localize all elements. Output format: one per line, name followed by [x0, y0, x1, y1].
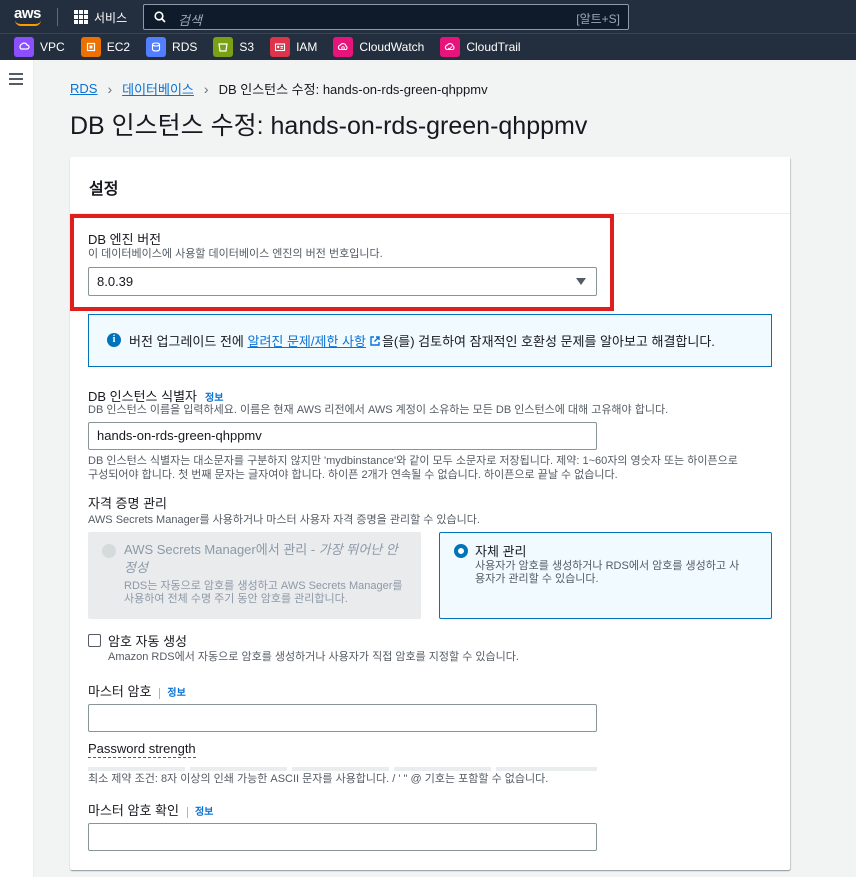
identifier-constraint-line1: DB 인스턴스 식별자는 대소문자를 구분하지 않지만 'mydbinstanc…: [88, 455, 738, 467]
secrets-manager-desc-line1: RDS는 자동으로 암호를 생성하고 AWS Secrets Manager를: [124, 580, 403, 592]
external-link-icon: [370, 336, 380, 346]
password-strength-segment: [292, 767, 389, 771]
engine-version-description: 이 데이터베이스에 사용할 데이터베이스 엔진의 버전 번호입니다.: [88, 248, 383, 260]
master-password-label-row: 마스터 암호 정보: [88, 681, 186, 700]
identifier-description: DB 인스턴스 이름을 입력하세요. 이름은 현재 AWS 리전에서 AWS 계…: [88, 404, 669, 416]
ec2-icon: [80, 37, 101, 57]
identifier-info-link[interactable]: 정보: [205, 393, 223, 404]
master-password-info-link[interactable]: 정보: [159, 688, 186, 699]
secrets-manager-title: AWS Secrets Manager에서 관리 - 가장 뛰어난 안 정성: [124, 541, 398, 577]
cloudtrail-icon: [440, 37, 461, 57]
password-strength-segment: [190, 767, 287, 771]
chevron-right-icon: ›: [203, 80, 209, 97]
alert-suffix: 을(를) 검토하여 잠재적인 호환성 문제를 알아보고 해결합니다.: [381, 334, 715, 349]
secrets-manager-option: AWS Secrets Manager에서 관리 - 가장 뛰어난 안 정성 R…: [88, 532, 421, 619]
favorites-bar: VPC EC2 RDS S3 IAM CloudWatch CloudTrail: [0, 33, 856, 60]
identifier-label: DB 인스턴스 식별자: [88, 389, 198, 404]
self-managed-radio[interactable]: [454, 544, 468, 558]
auto-generate-password-label: 암호 자동 생성: [108, 634, 187, 649]
hamburger-menu-icon[interactable]: [9, 73, 23, 85]
breadcrumb-current: DB 인스턴스 수정: hands-on-rds-green-qhppmv: [218, 82, 488, 97]
rds-icon: [146, 37, 167, 57]
favorite-label: EC2: [106, 40, 131, 54]
favorite-label: RDS: [172, 40, 198, 54]
identifier-input[interactable]: hands-on-rds-green-qhppmv: [88, 422, 597, 450]
panel-header: 설정: [70, 157, 790, 214]
side-navigation-rail: [0, 60, 34, 877]
panel-title: 설정: [89, 181, 119, 198]
favorite-s3[interactable]: S3: [213, 37, 254, 57]
self-managed-desc-line2: 용자가 관리할 수 있습니다.: [475, 573, 599, 585]
engine-version-label: DB 엔진 버전: [88, 232, 162, 247]
vpc-icon: [14, 37, 34, 57]
self-managed-title: 자체 관리: [475, 544, 527, 559]
master-password-input[interactable]: [88, 704, 597, 732]
password-strength-segment: [394, 767, 491, 771]
info-alert: i 버전 업그레이드 전에 알려진 문제/제한 사항 을(를) 검토하여 잠재적인…: [88, 314, 772, 367]
confirm-password-info-link[interactable]: 정보: [186, 807, 214, 818]
page-title: DB 인스턴스 수정: hands-on-rds-green-qhppmv: [70, 112, 588, 140]
favorite-label: S3: [239, 40, 255, 54]
aws-logo[interactable]: aws: [12, 4, 46, 28]
favorite-label: CloudTrail: [466, 40, 521, 54]
favorite-label: IAM: [296, 40, 318, 54]
services-label: 서비스: [94, 10, 128, 25]
auto-generate-password-checkbox[interactable]: [88, 634, 101, 647]
favorite-ec2[interactable]: EC2: [80, 37, 131, 57]
credentials-description: AWS Secrets Manager를 사용하거나 마스터 사용자 자격 증명…: [88, 514, 480, 526]
secrets-manager-title-text: AWS Secrets Manager에서 관리 -: [124, 542, 319, 557]
favorite-cloudtrail[interactable]: CloudTrail: [440, 37, 521, 57]
auto-generate-password-description: Amazon RDS에서 자동으로 암호를 생성하거나 사용자가 직접 암호를 …: [108, 651, 519, 663]
secrets-manager-title-italic-2: 정성: [124, 560, 148, 575]
known-issues-link[interactable]: 알려진 문제/제한 사항: [247, 334, 365, 349]
search-icon: [154, 11, 166, 23]
confirm-password-input[interactable]: [88, 823, 597, 851]
secrets-manager-description: RDS는 자동으로 암호를 생성하고 AWS Secrets Manager를 …: [124, 580, 402, 606]
cloudwatch-icon: [333, 37, 354, 57]
confirm-password-label: 마스터 암호 확인: [88, 803, 179, 818]
self-managed-desc-line1: 사용자가 암호를 생성하거나 RDS에서 암호를 생성하고 사: [475, 560, 740, 572]
info-icon: i: [107, 333, 121, 347]
secrets-manager-title-italic: 가장 뛰어난 안: [318, 542, 398, 557]
alert-text: 버전 업그레이드 전에 알려진 문제/제한 사항 을(를) 검토하여 잠재적인 호…: [129, 331, 715, 350]
grid-icon: [74, 10, 88, 24]
caret-down-icon: [576, 278, 586, 285]
favorite-vpc[interactable]: VPC: [14, 37, 65, 57]
favorite-label: VPC: [40, 40, 65, 54]
secrets-manager-desc-line2: 사용하여 전체 수명 주기 동안 암호를 관리합니다.: [124, 593, 348, 605]
breadcrumb-databases[interactable]: 데이터베이스: [122, 79, 194, 98]
aws-smile-icon: [15, 20, 41, 26]
confirm-password-label-row: 마스터 암호 확인 정보: [88, 800, 214, 819]
favorite-iam[interactable]: IAM: [270, 37, 317, 57]
iam-icon: [270, 37, 291, 57]
password-strength-label: Password strength: [88, 741, 196, 758]
master-password-constraint: 최소 제약 조건: 8자 이상의 인쇄 가능한 ASCII 문자를 사용합니다.…: [88, 773, 549, 785]
top-navigation: aws 서비스 검색 [알트+S]: [0, 0, 856, 33]
chevron-right-icon: ›: [107, 80, 113, 97]
engine-version-select[interactable]: 8.0.39: [88, 267, 597, 296]
search-placeholder: 검색: [178, 13, 202, 28]
search-shortcut: [알트+S]: [576, 12, 620, 26]
secrets-manager-radio: [102, 544, 116, 558]
breadcrumb-rds[interactable]: RDS: [70, 81, 97, 96]
favorite-cloudwatch[interactable]: CloudWatch: [333, 37, 424, 57]
self-managed-description: 사용자가 암호를 생성하거나 RDS에서 암호를 생성하고 사 용자가 관리할 …: [475, 560, 739, 586]
identifier-label-row: DB 인스턴스 식별자 정보: [88, 386, 223, 405]
password-strength-segment: [496, 767, 597, 771]
identifier-constraint-line2: 구성되어야 합니다. 첫 번째 문자는 글자여야 합니다. 하이픈 2개가 연속…: [88, 469, 618, 481]
master-password-label: 마스터 암호: [88, 684, 152, 699]
breadcrumb: RDS › 데이터베이스 › DB 인스턴스 수정: hands-on-rds-…: [70, 79, 488, 98]
search-input[interactable]: 검색 [알트+S]: [143, 4, 629, 30]
alert-prefix: 버전 업그레이드 전에: [129, 334, 248, 349]
credentials-label: 자격 증명 관리: [88, 496, 167, 511]
services-menu-button[interactable]: 서비스: [74, 8, 127, 26]
self-managed-option[interactable]: 자체 관리 사용자가 암호를 생성하거나 RDS에서 암호를 생성하고 사 용자…: [439, 532, 772, 619]
nav-divider: [57, 8, 58, 26]
favorite-rds[interactable]: RDS: [146, 37, 197, 57]
favorite-label: CloudWatch: [359, 40, 425, 54]
s3-icon: [213, 37, 234, 57]
engine-version-value: 8.0.39: [97, 274, 134, 289]
password-strength-segment: [88, 767, 185, 771]
